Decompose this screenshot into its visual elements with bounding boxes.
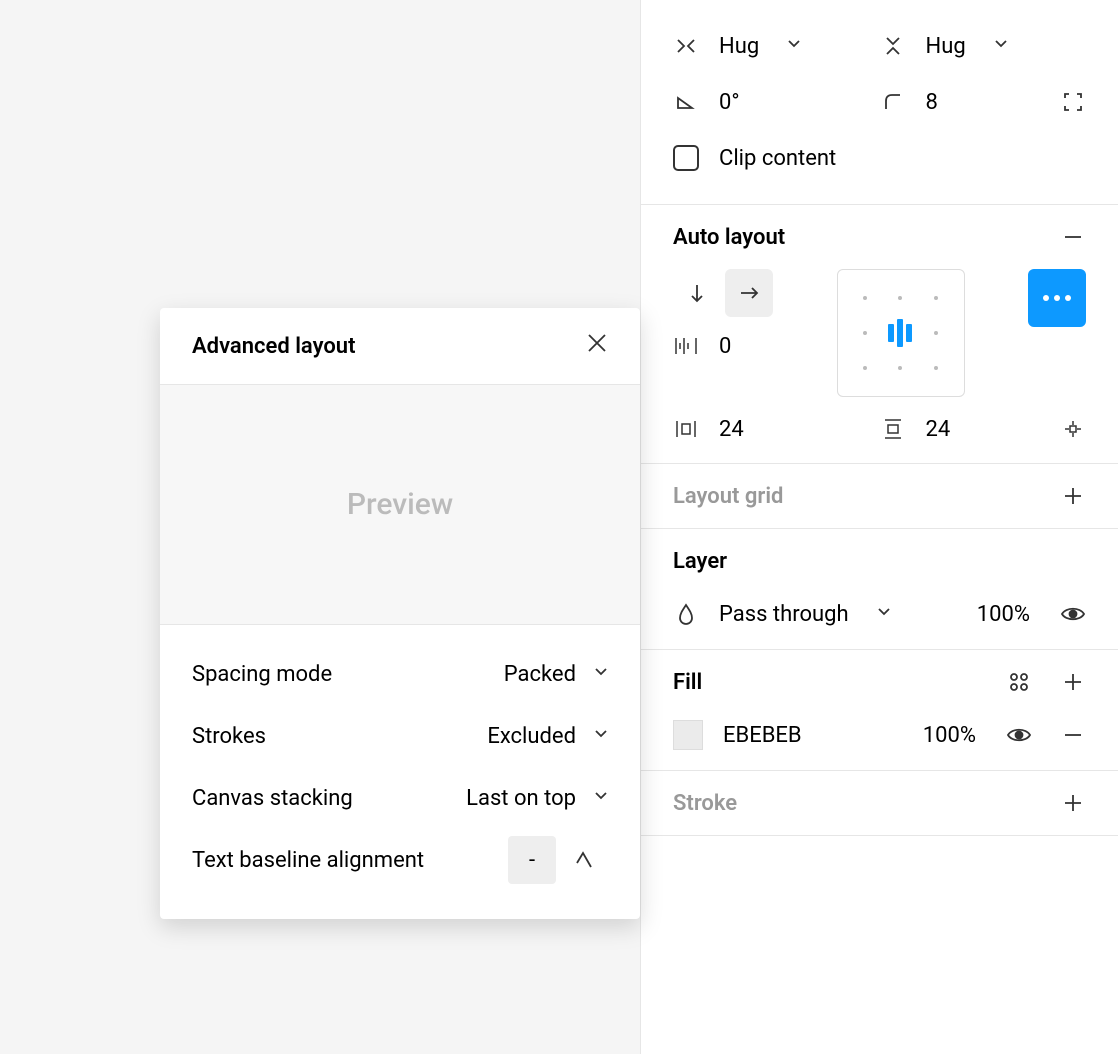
preview-area: Preview [160, 385, 640, 625]
add-stroke-button[interactable] [1060, 790, 1086, 816]
canvas-stacking-dropdown[interactable]: Last on top [466, 786, 608, 811]
vertical-padding-icon [880, 416, 906, 442]
strokes-dropdown[interactable]: Excluded [487, 724, 608, 749]
rotation-value: 0° [719, 90, 740, 115]
fill-opacity-input[interactable]: 100% [923, 723, 976, 748]
alignment-grid[interactable] [837, 269, 965, 397]
chevron-down-icon [594, 727, 608, 745]
advanced-layout-modal: Advanced layout Preview Spacing mode Pac… [160, 308, 640, 919]
horizontal-direction-button[interactable] [725, 269, 773, 317]
width-mode-dropdown[interactable]: Hug [673, 33, 880, 59]
fill-styles-button[interactable] [1006, 669, 1032, 695]
text-baseline-label: Text baseline alignment [192, 848, 424, 873]
item-spacing-icon [673, 333, 699, 359]
layout-grid-title: Layout grid [673, 484, 783, 509]
fill-color-hex[interactable]: EBEBEB [723, 723, 802, 748]
add-fill-button[interactable] [1060, 669, 1086, 695]
blend-mode-icon [673, 601, 699, 627]
horizontal-padding-input[interactable]: 24 [673, 416, 880, 442]
height-hug-icon [880, 33, 906, 59]
chevron-down-icon [994, 37, 1008, 55]
chevron-down-icon [787, 37, 801, 55]
strokes-value: Excluded [487, 724, 576, 749]
fill-color-swatch[interactable] [673, 720, 703, 750]
corner-radius-value: 8 [926, 90, 938, 115]
width-hug-icon [673, 33, 699, 59]
remove-fill-button[interactable] [1060, 722, 1086, 748]
text-baseline-off-button[interactable]: - [508, 836, 556, 884]
chevron-down-icon [877, 605, 891, 623]
text-baseline-on-button[interactable] [560, 836, 608, 884]
stroke-title: Stroke [673, 791, 737, 816]
item-spacing-input[interactable]: 0 [673, 333, 773, 359]
vertical-direction-button[interactable] [673, 269, 721, 317]
spacing-mode-dropdown[interactable]: Packed [504, 662, 608, 687]
independent-corners-button[interactable] [1060, 89, 1086, 115]
checkbox-unchecked-icon [673, 145, 699, 171]
strokes-label: Strokes [192, 724, 266, 749]
vertical-padding-value: 24 [926, 417, 951, 442]
visibility-eye-icon[interactable] [1060, 601, 1086, 627]
modal-title: Advanced layout [192, 334, 355, 359]
corner-radius-input[interactable]: 8 [880, 89, 938, 115]
preview-label: Preview [347, 487, 453, 522]
rotation-input[interactable]: 0° [673, 89, 880, 115]
add-layout-grid-button[interactable] [1060, 483, 1086, 509]
horizontal-padding-icon [673, 416, 699, 442]
corner-radius-icon [880, 89, 906, 115]
canvas-stacking-value: Last on top [466, 786, 576, 811]
clip-content-checkbox[interactable]: Clip content [673, 130, 1086, 186]
independent-padding-button[interactable] [1060, 416, 1086, 442]
clip-content-label: Clip content [719, 146, 836, 171]
fill-title: Fill [673, 670, 702, 695]
layer-opacity-input[interactable]: 100% [977, 602, 1030, 627]
inspector-panel: Hug Hug [640, 0, 1118, 1054]
layer-title: Layer [673, 549, 727, 574]
spacing-mode-label: Spacing mode [192, 662, 332, 687]
height-mode-dropdown[interactable]: Hug [880, 33, 1087, 59]
blend-mode-value: Pass through [719, 602, 849, 627]
close-button[interactable] [586, 332, 608, 360]
chevron-down-icon [594, 789, 608, 807]
advanced-layout-button[interactable] [1028, 269, 1086, 327]
height-mode-value: Hug [926, 34, 966, 59]
width-mode-value: Hug [719, 34, 759, 59]
item-spacing-value: 0 [719, 334, 731, 359]
rotation-icon [673, 89, 699, 115]
alignment-center-icon [883, 315, 918, 350]
chevron-down-icon [594, 665, 608, 683]
fill-visibility-eye-icon[interactable] [1006, 722, 1032, 748]
vertical-padding-input[interactable]: 24 [880, 416, 951, 442]
remove-auto-layout-button[interactable] [1060, 224, 1086, 250]
horizontal-padding-value: 24 [719, 417, 744, 442]
canvas-stacking-label: Canvas stacking [192, 786, 353, 811]
auto-layout-title: Auto layout [673, 225, 785, 250]
spacing-mode-value: Packed [504, 662, 576, 687]
blend-mode-dropdown[interactable]: Pass through [673, 601, 977, 627]
